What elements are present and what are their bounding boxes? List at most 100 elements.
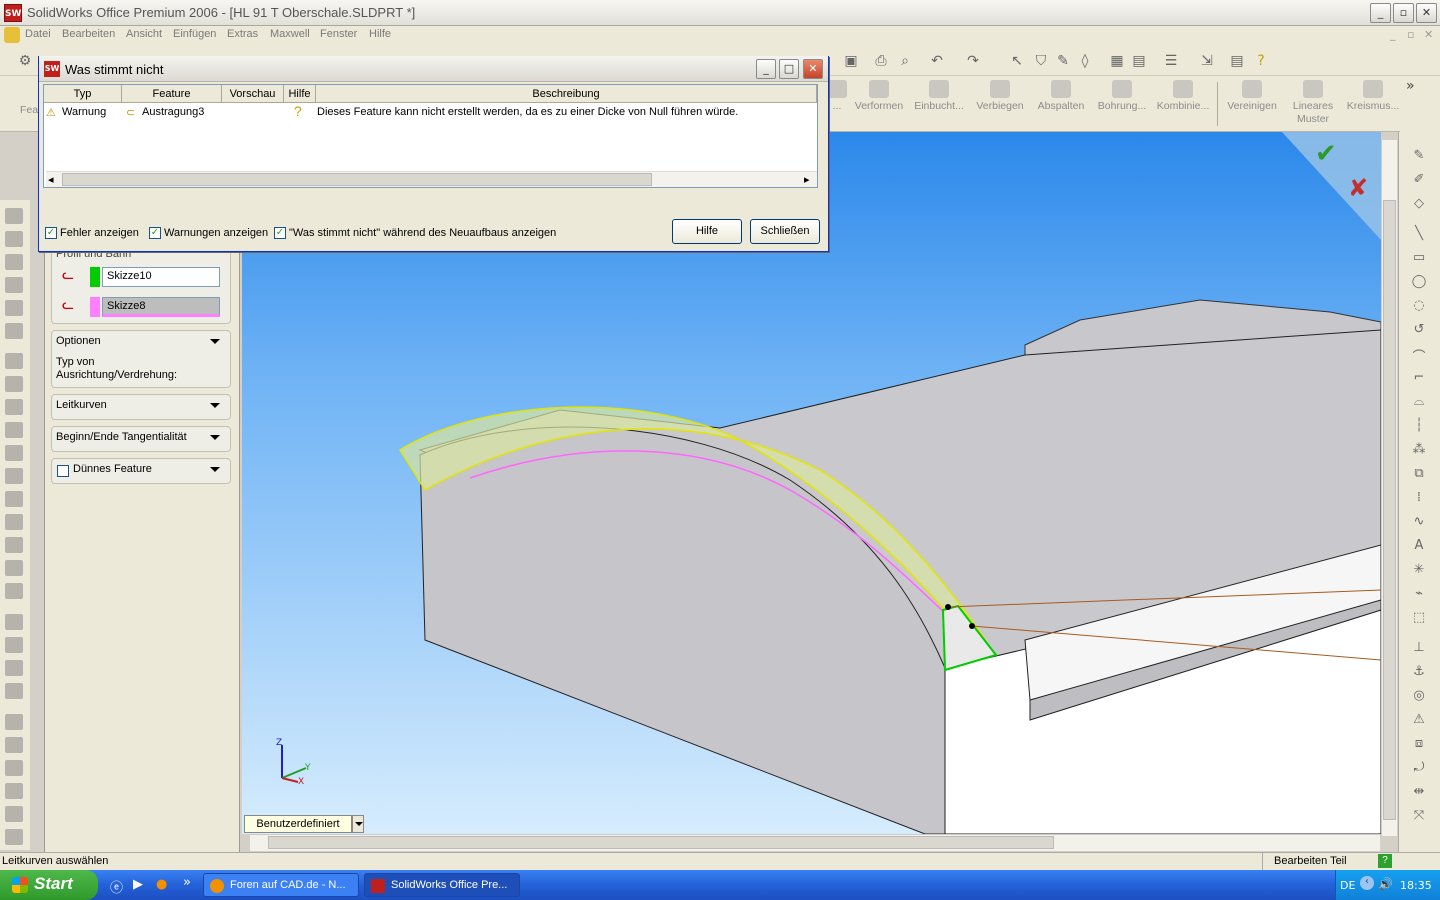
sweep-icon[interactable]	[5, 254, 23, 270]
composite-icon[interactable]	[5, 783, 23, 799]
scroll-right-icon[interactable]: ▸	[804, 173, 810, 186]
chamfer-icon[interactable]	[5, 376, 23, 392]
menu-ansicht[interactable]: Ansicht	[126, 28, 162, 40]
plane-icon[interactable]	[5, 614, 23, 630]
cmd-lineares-muster[interactable]: Lineares Muster	[1284, 80, 1342, 126]
fillet-icon[interactable]	[5, 353, 23, 369]
preview-icon[interactable]: ⌕	[896, 52, 914, 70]
wrap-icon[interactable]	[5, 491, 23, 507]
measure-icon[interactable]: ⇲	[1198, 52, 1216, 70]
language-indicator[interactable]: DE	[1340, 879, 1355, 892]
doc-restore-button[interactable]: ▫	[1407, 28, 1414, 41]
ellipse-arc-icon[interactable]: ⌓	[1409, 394, 1429, 410]
dome-icon[interactable]	[5, 468, 23, 484]
ie-icon[interactable]: ⓔ	[110, 877, 123, 896]
quicklaunch-overflow-icon[interactable]: »	[183, 875, 191, 890]
pattern-icon[interactable]	[5, 537, 23, 553]
tangency-header[interactable]: Beginn/Ende Tangentialität	[56, 431, 187, 443]
speaker-icon[interactable]: 🔊	[1378, 877, 1393, 891]
cmd-kreismuster[interactable]: Kreismus...	[1344, 80, 1402, 113]
taskbar-item-firefox[interactable]: Foren auf CAD.de - N...	[203, 873, 359, 897]
sketch-fillet-icon[interactable]: ⌐	[1409, 370, 1429, 386]
overflow-chevron-icon[interactable]: »	[1406, 78, 1415, 94]
projected-icon[interactable]	[5, 806, 23, 822]
curve-icon[interactable]	[5, 583, 23, 599]
guide-curves-header[interactable]: Leitkurven	[56, 399, 107, 411]
show-errors-option[interactable]: ✓ Fehler anzeigen	[45, 227, 139, 240]
helix-icon[interactable]	[5, 737, 23, 753]
close-button[interactable]: ✕	[1416, 3, 1437, 23]
list-horizontal-scrollbar[interactable]: ◂ ▸	[46, 171, 817, 187]
undo-icon[interactable]: ↶	[928, 52, 946, 70]
polygon-icon[interactable]: ⁂	[1409, 442, 1429, 458]
show-warnings-option[interactable]: ✓ Warnungen anzeigen	[149, 227, 268, 240]
cmd-bohrung[interactable]: Bohrung...	[1093, 80, 1151, 113]
revolve-icon[interactable]	[5, 231, 23, 247]
solidworks-app-icon[interactable]: SW	[4, 4, 22, 22]
cut-icon[interactable]	[5, 323, 23, 339]
options-chevron-down-icon[interactable]	[210, 339, 220, 344]
spline-icon[interactable]	[5, 760, 23, 776]
offset-icon[interactable]: ⧉	[1409, 466, 1429, 482]
axis-icon[interactable]	[5, 637, 23, 653]
dimension-icon[interactable]: ◇	[1409, 196, 1429, 212]
menu-datei[interactable]: Datei	[25, 28, 51, 40]
start-button[interactable]: Start	[0, 870, 98, 900]
list-scroll-thumb[interactable]	[62, 173, 652, 186]
tile-icon[interactable]: ▤	[1130, 52, 1148, 70]
minimize-button[interactable]: _	[1370, 3, 1391, 23]
relation-icon[interactable]: ⊥	[1409, 640, 1429, 656]
view-orientation-label[interactable]: Benutzerdefiniert	[244, 815, 352, 833]
circle-icon[interactable]: ◯	[1409, 274, 1429, 290]
scroll-left-icon[interactable]: ◂	[48, 173, 54, 186]
question-icon[interactable]: ?	[294, 103, 302, 119]
horizontal-scroll-thumb[interactable]	[268, 836, 1054, 849]
sketch-point-icon[interactable]: ✳	[1409, 562, 1429, 578]
sketch-point[interactable]	[945, 604, 951, 610]
dialog-maximize-button[interactable]: □	[779, 59, 799, 79]
tangent-arc-icon[interactable]: ↺	[1409, 322, 1429, 338]
sketch-icon[interactable]: ✎	[1054, 52, 1072, 70]
scale-icon[interactable]	[5, 829, 23, 845]
show-errors-checkbox[interactable]: ✓	[45, 227, 57, 240]
show-during-rebuild-checkbox[interactable]: ✓	[274, 227, 286, 240]
filter-icon[interactable]: ⛉	[1032, 52, 1050, 70]
cmd-kombinieren[interactable]: Kombinie...	[1154, 80, 1212, 113]
line-icon[interactable]: ╲	[1409, 226, 1429, 242]
options-icon[interactable]: ☰	[1162, 52, 1180, 70]
rebuild-icon[interactable]: ⚙	[16, 52, 34, 70]
x-icon[interactable]: ✘	[1348, 174, 1368, 202]
rectangle-icon[interactable]: ▭	[1409, 250, 1429, 266]
print-icon[interactable]: ⎙	[872, 52, 890, 70]
smart-dimension-icon[interactable]: ◊	[1076, 52, 1094, 70]
show-during-rebuild-option[interactable]: ✓ "Was stimmt nicht" während des Neuaufba…	[274, 227, 556, 240]
check-icon[interactable]: ✔	[1315, 139, 1337, 169]
guide-curves-section[interactable]: Leitkurven	[51, 394, 231, 420]
vertical-scroll-thumb[interactable]	[1383, 200, 1396, 820]
cmd-vereinigen[interactable]: Vereinigen	[1224, 80, 1280, 113]
problem-list[interactable]: Typ Feature Vorschau Hilfe Beschreibung …	[43, 84, 818, 188]
centerline-icon[interactable]: ┆	[1409, 418, 1429, 434]
dialog-close-button[interactable]: ✕	[803, 59, 823, 79]
coordinate-icon[interactable]	[5, 683, 23, 699]
sketch-pattern-icon[interactable]: ⁞	[1409, 490, 1429, 506]
three-point-arc-icon[interactable]: ⌒	[1409, 346, 1429, 365]
redo-icon[interactable]: ↷	[964, 52, 982, 70]
repair-icon[interactable]: ⧈	[1409, 736, 1429, 752]
center-arc-icon[interactable]: ◌	[1409, 298, 1429, 314]
status-help-icon[interactable]: ?	[1378, 854, 1392, 868]
boundary-icon[interactable]	[5, 300, 23, 316]
doc-close-button[interactable]: ✕	[1424, 28, 1433, 41]
grid-icon[interactable]: ▦	[1108, 52, 1126, 70]
show-warnings-checkbox[interactable]: ✓	[149, 227, 161, 240]
view-icon[interactable]: ▣	[842, 52, 860, 70]
hole-wizard-icon[interactable]	[5, 560, 23, 576]
3d-sketch-icon[interactable]: ✐	[1409, 172, 1429, 188]
firefox-quicklaunch-icon[interactable]: ●	[156, 877, 167, 892]
menu-hilfe[interactable]: Hilfe	[369, 28, 391, 40]
toolbar-overflow[interactable]: »	[1400, 76, 1440, 132]
menu-bearbeiten[interactable]: Bearbeiten	[62, 28, 115, 40]
menu-extras[interactable]: Extras	[227, 28, 258, 40]
col-header-beschreibung[interactable]: Beschreibung	[316, 85, 817, 103]
sketch-tool-icon[interactable]: ✎	[1409, 148, 1429, 164]
